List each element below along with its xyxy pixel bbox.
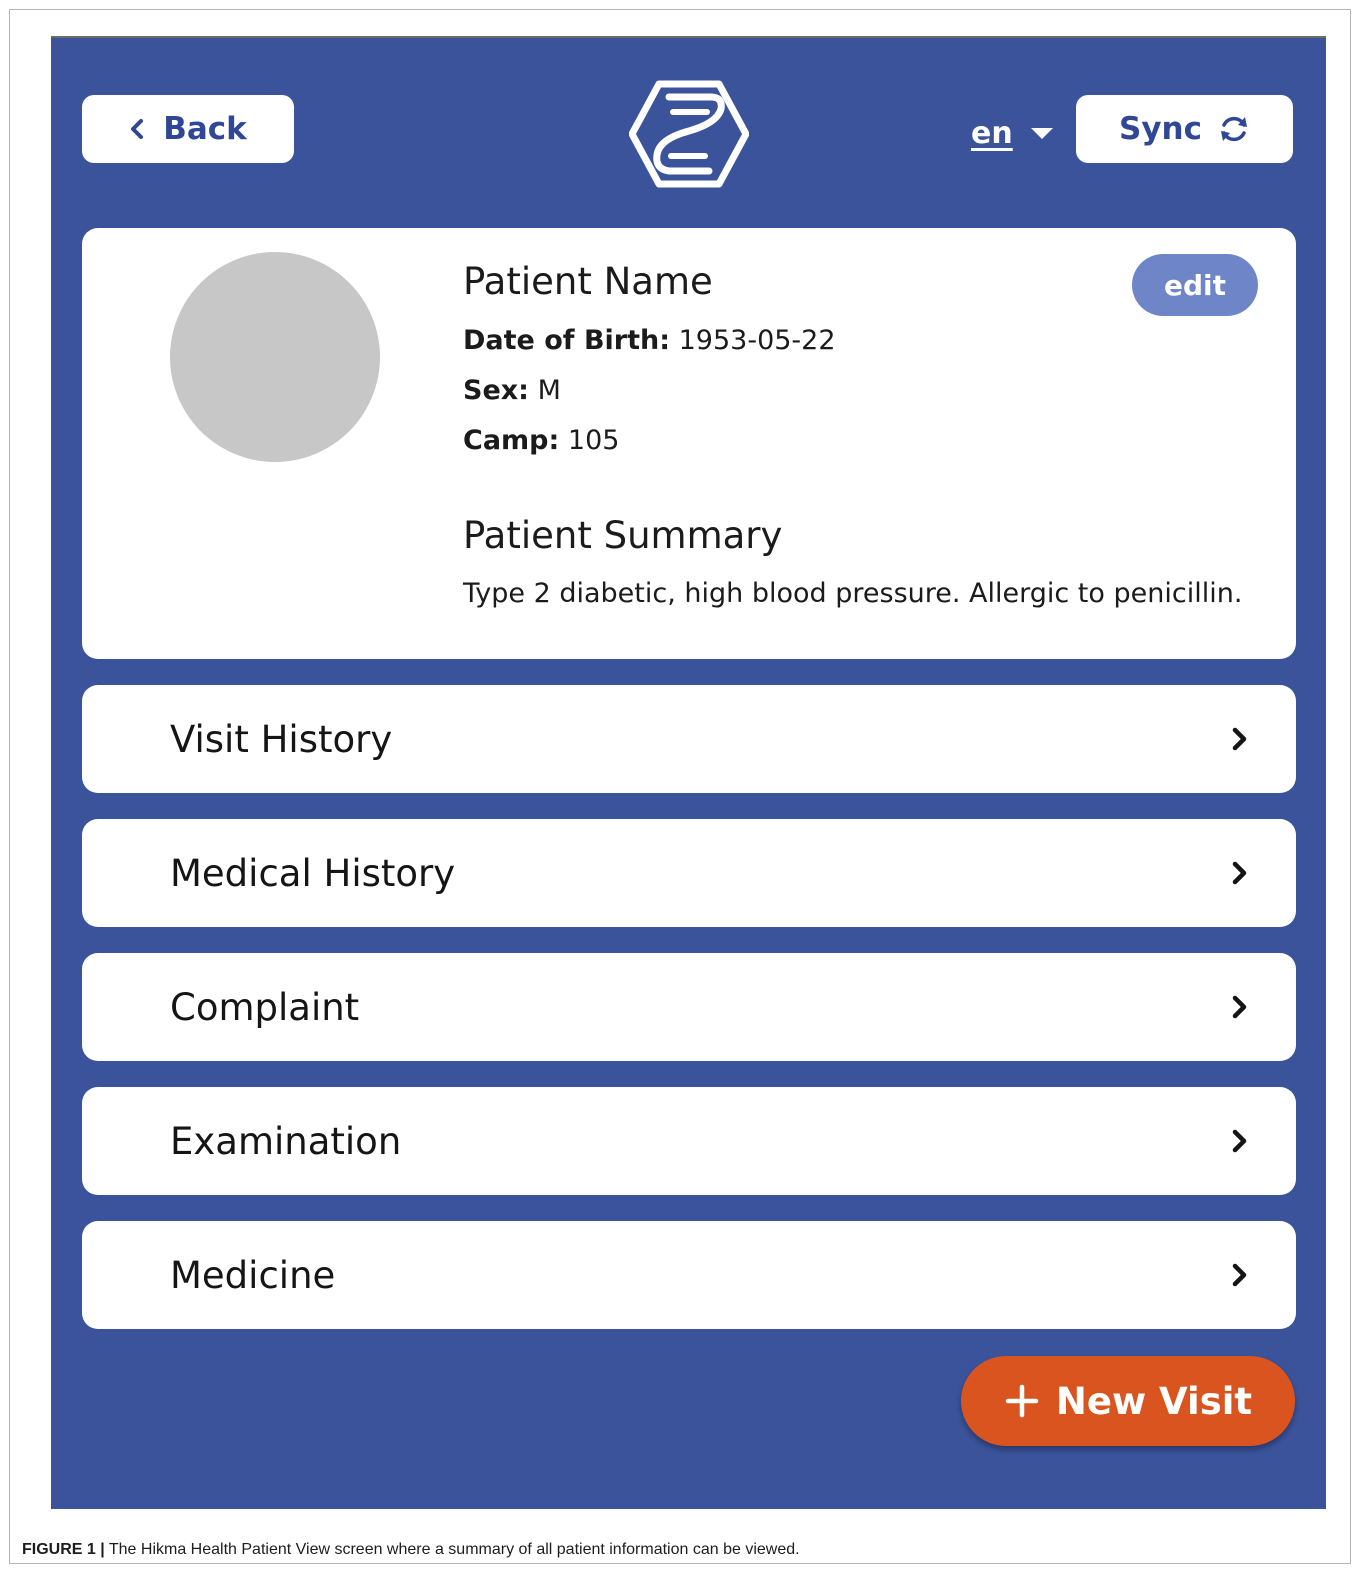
sync-button-label: Sync: [1119, 111, 1202, 147]
plus-icon: [1004, 1383, 1040, 1419]
chevron-right-icon: [1230, 1128, 1248, 1154]
section-row-medical-history[interactable]: Medical History: [82, 819, 1296, 927]
chevron-right-icon: [1230, 860, 1248, 886]
camp-label: Camp:: [463, 425, 560, 456]
section-row-label: Medical History: [170, 851, 456, 895]
chevron-right-icon: [1230, 994, 1248, 1020]
figure-caption-label: FIGURE 1 |: [22, 1541, 105, 1558]
figure-caption-text: The Hikma Health Patient View screen whe…: [108, 1541, 800, 1558]
section-row-complaint[interactable]: Complaint: [82, 953, 1296, 1061]
patient-summary-title: Patient Summary: [463, 514, 783, 557]
sex-field: Sex: M: [463, 375, 561, 406]
new-visit-button[interactable]: New Visit: [961, 1356, 1295, 1446]
figure-frame: Back en Sync Patient Name edit Date of B…: [9, 9, 1351, 1564]
avatar: [170, 252, 380, 462]
camp-value: 105: [567, 425, 620, 456]
section-row-medicine[interactable]: Medicine: [82, 1221, 1296, 1329]
section-row-label: Visit History: [170, 717, 393, 761]
patient-view-screen: Back en Sync Patient Name edit Date of B…: [51, 36, 1326, 1509]
section-row-examination[interactable]: Examination: [82, 1087, 1296, 1195]
back-button-label: Back: [163, 111, 247, 147]
section-row-label: Examination: [170, 1119, 402, 1163]
sex-label: Sex:: [463, 375, 529, 406]
date-of-birth-value: 1953-05-22: [678, 325, 836, 356]
language-selector[interactable]: en: [971, 116, 1053, 151]
section-row-visit-history[interactable]: Visit History: [82, 685, 1296, 793]
date-of-birth-field: Date of Birth: 1953-05-22: [463, 325, 836, 356]
sync-button[interactable]: Sync: [1076, 95, 1293, 163]
sync-icon: [1218, 113, 1250, 145]
caret-down-icon: [1030, 127, 1053, 140]
language-label: en: [971, 116, 1013, 151]
date-of-birth-label: Date of Birth:: [463, 325, 671, 356]
camp-field: Camp: 105: [463, 425, 619, 456]
sex-value: M: [537, 375, 561, 406]
patient-summary-text: Type 2 diabetic, high blood pressure. Al…: [463, 578, 1243, 609]
patient-name: Patient Name: [463, 260, 713, 303]
chevron-right-icon: [1230, 726, 1248, 752]
back-button[interactable]: Back: [82, 95, 294, 163]
chevron-left-icon: [129, 118, 145, 140]
section-row-label: Complaint: [170, 985, 360, 1029]
figure-caption: FIGURE 1 | The Hikma Health Patient View…: [22, 1541, 800, 1559]
section-row-label: Medicine: [170, 1253, 336, 1297]
hikma-logo: [628, 79, 750, 189]
patient-info-card: Patient Name edit Date of Birth: 1953-05…: [82, 228, 1296, 659]
chevron-right-icon: [1230, 1262, 1248, 1288]
new-visit-label: New Visit: [1055, 1379, 1253, 1423]
edit-button[interactable]: edit: [1132, 254, 1258, 316]
